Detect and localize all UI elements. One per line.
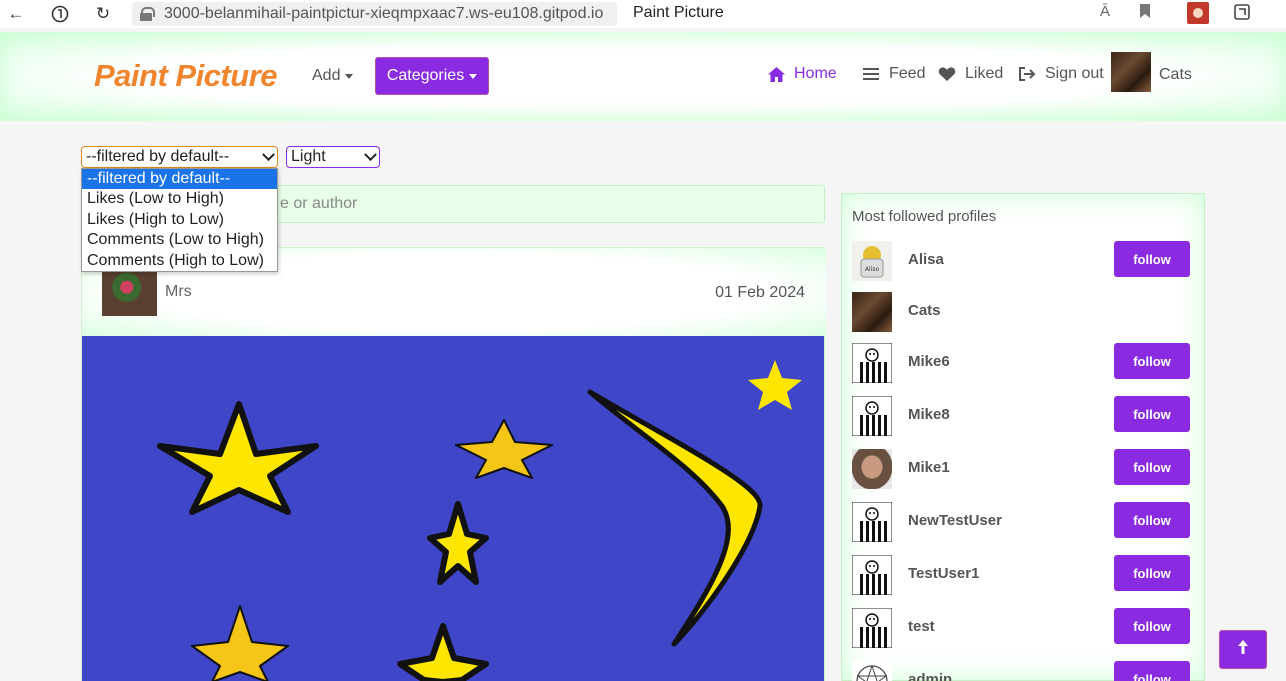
sort-option[interactable]: Likes (Low to High) (82, 189, 277, 209)
follow-button[interactable]: follow (1114, 555, 1190, 591)
profile-row: Mike8 follow (842, 394, 1204, 438)
add-dropdown[interactable]: Add (312, 67, 354, 85)
profile-row: Aliso Alisa follow (842, 239, 1204, 283)
profile-row: NewTestUser follow (842, 500, 1204, 544)
translate-icon[interactable]: Ā (1100, 3, 1110, 20)
add-label: Add (312, 67, 341, 84)
star-shape (397, 623, 489, 681)
nav-liked-link[interactable]: Liked (937, 65, 1003, 83)
heart-icon (937, 65, 957, 83)
profile-avatar[interactable] (852, 449, 892, 489)
profile-avatar[interactable]: Aliso (852, 241, 892, 281)
profile-avatar[interactable] (851, 395, 893, 437)
arrow-up-icon (1237, 639, 1249, 660)
post-author-avatar[interactable] (102, 268, 157, 316)
home-icon (766, 65, 786, 83)
profile-row: Cats (842, 290, 1204, 334)
browser-profile-avatar[interactable] (1187, 2, 1209, 24)
follow-button[interactable]: follow (1114, 449, 1190, 485)
caret-down-icon (345, 73, 354, 79)
profile-name[interactable]: admin (908, 671, 952, 681)
most-followed-sidebar: Most followed profiles Aliso Alisa follo… (841, 193, 1205, 681)
follow-button[interactable]: follow (1114, 661, 1190, 681)
extensions-icon[interactable] (1233, 3, 1251, 25)
nav-home-link[interactable]: Home (766, 65, 837, 83)
feed-label: Feed (889, 65, 926, 82)
profile-avatar[interactable] (851, 554, 893, 596)
chevron-down-icon (364, 148, 377, 162)
star-shape (427, 501, 489, 585)
follow-button[interactable]: follow (1114, 241, 1190, 277)
browser-toolbar: ← ↻ 3000-belanmihail-paintpictur-xieqmpx… (0, 0, 1286, 28)
brand-logo[interactable]: Paint Picture (94, 58, 278, 94)
bookmark-icon[interactable] (1139, 3, 1151, 23)
sidebar-title: Most followed profiles (852, 208, 997, 225)
site-navbar: Paint Picture Add Categories Home Feed L… (0, 32, 1286, 121)
chevron-down-icon (262, 148, 275, 162)
follow-button[interactable]: follow (1114, 396, 1190, 432)
post-card: Mrs 01 Feb 2024 (81, 247, 826, 681)
liked-label: Liked (965, 65, 1004, 82)
svg-text:Aliso: Aliso (865, 266, 880, 273)
theme-select[interactable]: Light (286, 146, 380, 168)
profile-name[interactable]: Cats (908, 302, 941, 319)
profile-avatar[interactable] (852, 292, 892, 332)
nav-signout-link[interactable]: Sign out (1017, 65, 1104, 83)
user-name[interactable]: Cats (1159, 66, 1192, 84)
user-avatar[interactable] (1111, 52, 1151, 92)
back-to-top-button[interactable] (1219, 630, 1267, 669)
nav-feed-link[interactable]: Feed (861, 65, 925, 83)
follow-button[interactable]: follow (1114, 343, 1190, 379)
url-text: 3000-belanmihail-paintpictur-xieqmpxaac7… (164, 5, 604, 22)
profile-name[interactable]: NewTestUser (908, 512, 1002, 529)
star-shape (157, 401, 319, 515)
reload-icon[interactable]: ↻ (92, 3, 114, 25)
follow-button[interactable]: follow (1114, 608, 1190, 644)
follow-button[interactable]: follow (1114, 502, 1190, 538)
crescent-moon-shape (587, 389, 763, 647)
profile-name[interactable]: test (908, 618, 935, 635)
profile-row: admin follow (842, 659, 1204, 681)
profile-row: test follow (842, 606, 1204, 650)
categories-label: Categories (386, 67, 465, 84)
star-shape (455, 419, 553, 479)
profile-avatar[interactable] (851, 342, 893, 384)
profile-avatar[interactable] (851, 607, 893, 649)
post-author[interactable]: Mrs (165, 283, 192, 301)
sign-out-icon (1017, 65, 1037, 83)
list-icon (861, 65, 881, 83)
sort-select-value: --filtered by default-- (86, 148, 230, 165)
profile-name[interactable]: Mike8 (908, 406, 950, 423)
sort-option[interactable]: --filtered by default-- (82, 169, 277, 190)
profile-name[interactable]: Mike6 (908, 353, 950, 370)
sort-option[interactable]: Comments (Low to High) (82, 230, 277, 250)
profile-row: TestUser1 follow (842, 553, 1204, 597)
post-date: 01 Feb 2024 (715, 284, 805, 301)
profile-avatar[interactable] (851, 501, 893, 543)
theme-select-value: Light (291, 148, 326, 165)
profile-avatar[interactable] (852, 661, 892, 681)
profile-name[interactable]: Alisa (908, 251, 944, 268)
back-arrow-icon[interactable]: ← (5, 3, 27, 25)
home-label: Home (794, 65, 837, 82)
page-title: Paint Picture (633, 4, 724, 21)
sort-select[interactable]: --filtered by default-- (81, 146, 278, 168)
signout-label: Sign out (1045, 65, 1104, 82)
yandex-logo-icon[interactable] (49, 3, 71, 25)
profile-row: Mike1 follow (842, 447, 1204, 491)
profile-name[interactable]: TestUser1 (908, 565, 979, 582)
star-shape (191, 605, 289, 681)
sort-option[interactable]: Likes (High to Low) (82, 210, 277, 230)
sort-option[interactable]: Comments (High to Low) (82, 251, 277, 271)
caret-down-icon (469, 73, 478, 79)
sort-dropdown-list: --filtered by default-- Likes (Low to Hi… (81, 168, 278, 272)
star-shape (748, 360, 802, 410)
lock-icon (140, 7, 155, 21)
search-placeholder: e or author (280, 195, 358, 212)
address-bar[interactable]: 3000-belanmihail-paintpictur-xieqmpxaac7… (132, 2, 617, 26)
categories-dropdown-button[interactable]: Categories (375, 57, 489, 95)
profile-name[interactable]: Mike1 (908, 459, 950, 476)
profile-row: Mike6 follow (842, 341, 1204, 385)
post-image[interactable] (82, 336, 824, 681)
